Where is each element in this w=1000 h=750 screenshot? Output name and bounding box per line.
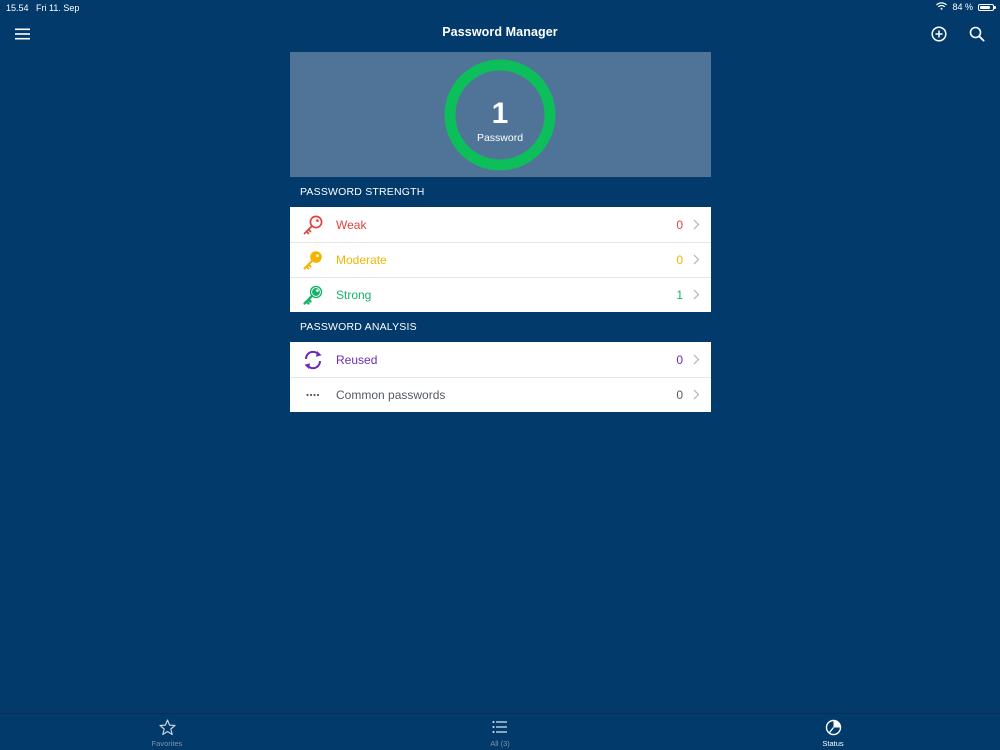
row-label: Weak (336, 217, 367, 232)
password-count: 1 (491, 97, 509, 130)
battery-percent: 84 % (952, 2, 973, 12)
tab-status[interactable]: Status (793, 718, 873, 748)
row-count: 0 (676, 252, 683, 267)
password-count-label: Password (476, 132, 524, 144)
magnifier-icon (969, 26, 985, 42)
row-label: Reused (336, 352, 378, 367)
key-icon (290, 277, 336, 312)
key-icon (290, 207, 336, 242)
chevron-right-icon (693, 242, 711, 277)
row-strong[interactable]: Strong 1 (290, 277, 711, 312)
list-icon (460, 718, 540, 736)
row-count: 0 (676, 217, 683, 232)
chevron-right-icon (693, 342, 711, 377)
tab-all[interactable]: All (3) (460, 718, 540, 748)
analysis-group: Reused 0 Common passwords 0 (290, 342, 711, 412)
row-divider (290, 242, 711, 243)
password-count-ring: 1 Password (444, 59, 556, 171)
strength-section-header: PASSWORD STRENGTH (300, 186, 425, 198)
row-moderate[interactable]: Moderate 0 (290, 242, 711, 277)
analysis-section-header: PASSWORD ANALYSIS (300, 321, 417, 333)
plus-circle-icon (931, 26, 947, 42)
row-label: Strong (336, 287, 372, 302)
refresh-arrows-icon (290, 342, 336, 377)
summary-panel: 1 Password (290, 52, 711, 177)
row-count: 1 (676, 287, 683, 302)
nav-bar: Password Manager (0, 16, 1000, 52)
battery-nub (994, 5, 996, 9)
row-label: Moderate (336, 252, 387, 267)
tab-label: Favorites (151, 739, 183, 748)
row-reused[interactable]: Reused 0 (290, 342, 711, 377)
tab-favorites[interactable]: Favorites (127, 718, 207, 748)
status-date: Fri 11. Sep (36, 3, 80, 13)
content-column: 1 Password PASSWORD STRENGTH Weak 0 Mode… (290, 52, 711, 412)
status-gauge-icon (793, 718, 873, 736)
key-icon (290, 242, 336, 277)
star-icon (127, 718, 207, 736)
app-root: 15.54 Fri 11. Sep 84 % Password Manager … (0, 0, 1000, 750)
row-common-passwords[interactable]: Common passwords 0 (290, 377, 711, 412)
status-time: 15.54 (6, 3, 29, 13)
add-button[interactable] (926, 22, 952, 46)
row-divider (290, 277, 711, 278)
row-weak[interactable]: Weak 0 (290, 207, 711, 242)
row-count: 0 (676, 352, 683, 367)
strength-group: Weak 0 Moderate 0 Strong 1 (290, 207, 711, 312)
password-dots-icon (290, 377, 336, 412)
page-title: Password Manager (442, 25, 558, 39)
search-button[interactable] (964, 22, 990, 46)
row-divider (290, 377, 711, 378)
status-right: 84 % (936, 2, 996, 12)
status-bar: 15.54 Fri 11. Sep 84 % (0, 0, 1000, 16)
chevron-right-icon (693, 377, 711, 412)
tab-bar: Favorites All (3) Status (0, 713, 1000, 750)
row-label: Common passwords (336, 387, 446, 402)
chevron-right-icon (693, 277, 711, 312)
wifi-icon (936, 2, 948, 12)
tab-label: Status (822, 739, 844, 748)
chevron-right-icon (693, 207, 711, 242)
row-count: 0 (676, 387, 683, 402)
battery-fill (980, 5, 990, 9)
tab-label: All (3) (490, 739, 510, 748)
battery-icon (978, 3, 996, 11)
